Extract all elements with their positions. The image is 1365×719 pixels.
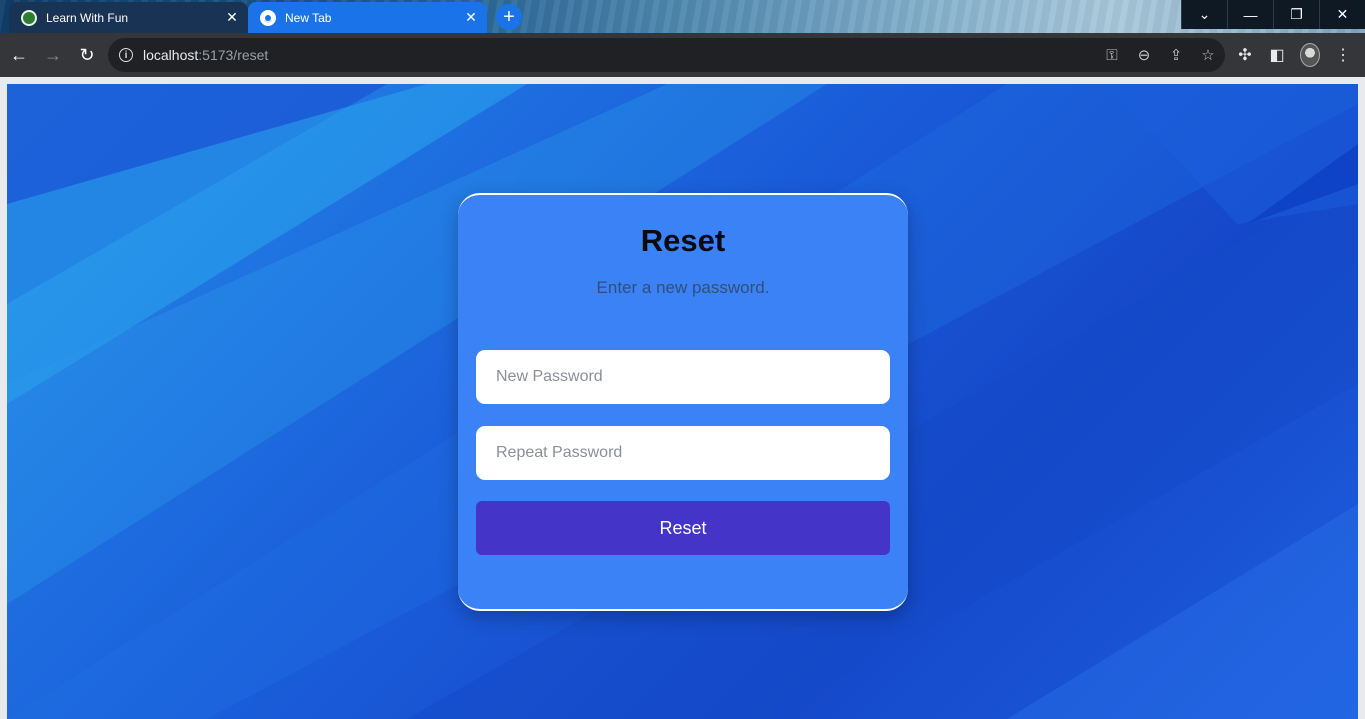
- close-window-button[interactable]: ✕: [1319, 0, 1365, 29]
- key-icon[interactable]: ⚿: [1103, 47, 1121, 64]
- page-title: Reset: [640, 223, 726, 258]
- bookmark-star-icon[interactable]: ☆: [1199, 46, 1217, 64]
- url-host: localhost: [143, 47, 199, 63]
- restore-button[interactable]: ❐: [1273, 0, 1319, 29]
- back-arrow-icon[interactable]: ←: [4, 40, 34, 70]
- tab-title: New Tab: [285, 10, 332, 25]
- reload-icon[interactable]: ↻: [72, 40, 102, 70]
- window-controls: ⌄ — ❐ ✕: [1181, 0, 1365, 30]
- page-subtitle: Enter a new password.: [596, 278, 770, 297]
- repeat-password-input[interactable]: [494, 443, 872, 463]
- forward-arrow-icon[interactable]: →: [38, 40, 68, 70]
- tab-close-icon[interactable]: ✕: [463, 9, 479, 26]
- zoom-icon[interactable]: ⊖: [1135, 46, 1153, 64]
- url-path: :5173/reset: [198, 47, 269, 63]
- tab-search-icon[interactable]: ⌄: [1181, 0, 1227, 29]
- extension-area: ✣ ◧ ⋮: [1236, 33, 1352, 77]
- page-viewport: Reset Enter a new password. Reset: [7, 84, 1358, 719]
- menu-kebab-icon[interactable]: ⋮: [1334, 45, 1352, 65]
- new-tab-button[interactable]: +: [496, 4, 522, 30]
- profile-avatar[interactable]: [1300, 43, 1320, 67]
- tab-strip: Learn With Fun ✕ New Tab ✕ + ⌄ — ❐ ✕: [0, 0, 1365, 33]
- repeat-password-field[interactable]: [476, 426, 890, 480]
- share-icon[interactable]: ⇪: [1167, 46, 1185, 64]
- tab-learn-with-fun[interactable]: Learn With Fun ✕: [9, 2, 248, 33]
- site-favicon-icon: [21, 9, 37, 26]
- address-bar[interactable]: i localhost:5173/reset ⚿ ⊖ ⇪ ☆: [108, 38, 1225, 72]
- new-password-input[interactable]: [494, 367, 872, 387]
- browser-toolbar: ← → ↻ i localhost:5173/reset ⚿ ⊖ ⇪ ☆ ✣ ◧…: [0, 33, 1365, 77]
- chrome-favicon-icon: [260, 9, 276, 26]
- minimize-button[interactable]: —: [1227, 0, 1273, 29]
- reset-card: Reset Enter a new password. Reset: [458, 193, 908, 611]
- new-password-field[interactable]: [476, 350, 890, 404]
- omnibox-actions: ⚿ ⊖ ⇪ ☆: [1103, 38, 1217, 72]
- extensions-puzzle-icon[interactable]: ✣: [1236, 45, 1254, 65]
- side-panel-icon[interactable]: ◧: [1268, 45, 1286, 65]
- reset-button[interactable]: Reset: [476, 501, 890, 555]
- tab-title: Learn With Fun: [46, 10, 129, 25]
- tab-new-tab[interactable]: New Tab ✕: [248, 2, 487, 33]
- site-info-icon[interactable]: i: [119, 48, 133, 62]
- url-text: localhost:5173/reset: [143, 47, 268, 63]
- tab-close-icon[interactable]: ✕: [224, 9, 240, 26]
